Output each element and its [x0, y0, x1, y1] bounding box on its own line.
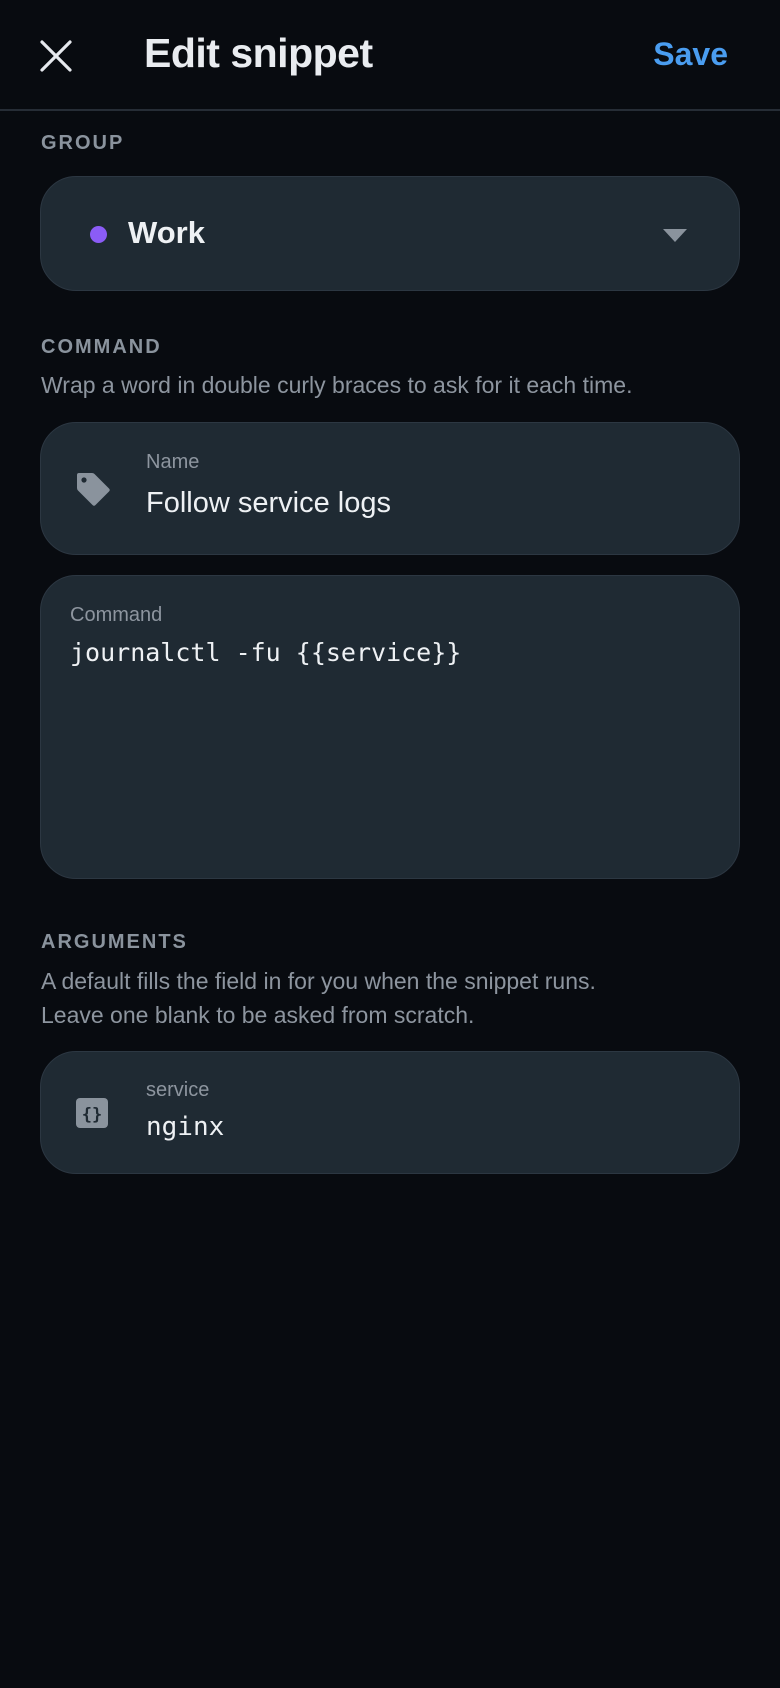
command-helper-text: Wrap a word in double curly braces to as…	[41, 372, 633, 398]
name-field[interactable]: Name Follow service logs	[40, 422, 740, 555]
argument-field-service[interactable]: {} service nginx	[40, 1051, 740, 1174]
close-button[interactable]	[34, 34, 78, 78]
command-field-value[interactable]: journalctl -fu {{service}}	[70, 638, 461, 667]
argument-label: service	[146, 1079, 210, 1101]
chevron-down-icon	[663, 229, 687, 242]
command-field[interactable]: Command journalctl -fu {{service}}	[40, 575, 740, 879]
command-field-label: Command	[70, 604, 163, 626]
group-select[interactable]: Work	[40, 176, 740, 291]
close-icon	[40, 40, 72, 72]
svg-text:{}: {}	[82, 1105, 102, 1125]
name-field-label: Name	[146, 451, 200, 473]
group-color-dot	[90, 226, 107, 243]
arguments-section-label: ARGUMENTS	[41, 931, 188, 953]
command-section-label: COMMAND	[41, 336, 162, 358]
arguments-helper-line-1: A default fills the field in for you whe…	[41, 968, 596, 994]
group-section-label: GROUP	[41, 132, 125, 154]
group-selected-value: Work	[128, 215, 205, 250]
argument-value[interactable]: nginx	[146, 1112, 224, 1142]
page-title: Edit snippet	[144, 30, 373, 76]
tag-icon	[73, 469, 113, 509]
top-bar: Edit snippet Save	[0, 0, 780, 111]
arguments-helper-line-2: Leave one blank to be asked from scratch…	[41, 1002, 475, 1028]
braces-icon: {}	[73, 1093, 113, 1133]
name-field-value[interactable]: Follow service logs	[146, 487, 391, 520]
save-button[interactable]: Save	[653, 36, 728, 73]
